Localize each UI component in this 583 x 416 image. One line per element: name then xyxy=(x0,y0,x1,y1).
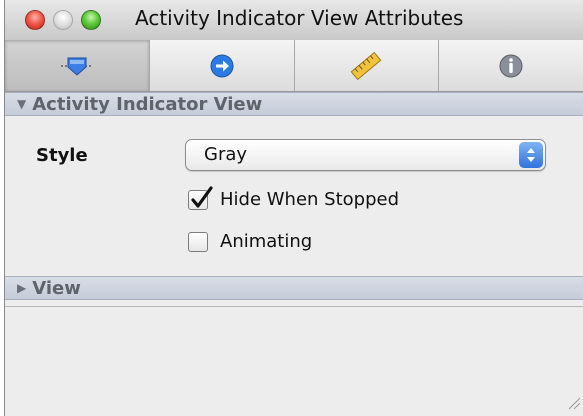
hide-when-stopped-checkbox[interactable] xyxy=(188,185,213,210)
tab-identity[interactable] xyxy=(439,40,583,91)
disclosure-triangle-right-icon[interactable]: ▶ xyxy=(17,282,26,294)
checkmark-icon xyxy=(191,185,213,208)
animating-checkbox[interactable] xyxy=(188,231,208,252)
section-activity-indicator-view[interactable]: ▼ Activity Indicator View xyxy=(5,92,583,116)
title-bar[interactable]: Activity Indicator View Attributes xyxy=(5,0,583,41)
tab-connections[interactable] xyxy=(150,40,295,91)
resize-grip-icon[interactable] xyxy=(565,394,581,414)
style-popup-value: Gray xyxy=(204,144,248,165)
section-label: Activity Indicator View xyxy=(32,93,263,115)
animating-label: Animating xyxy=(220,231,313,252)
window-title: Activity Indicator View Attributes xyxy=(135,6,464,30)
section-label: View xyxy=(32,277,81,299)
section-view[interactable]: ▶ View xyxy=(5,276,583,300)
zoom-button[interactable] xyxy=(81,10,101,30)
style-label: Style xyxy=(36,145,88,166)
hide-when-stopped-option[interactable]: Hide When Stopped xyxy=(188,185,400,210)
popup-arrows-icon xyxy=(519,142,543,168)
style-popup[interactable]: Gray xyxy=(185,139,546,171)
close-button[interactable] xyxy=(25,10,45,30)
size-ruler-icon xyxy=(349,51,383,81)
disclosure-triangle-down-icon[interactable]: ▼ xyxy=(17,98,26,110)
inspector-toolbar xyxy=(5,40,583,92)
identity-info-icon xyxy=(497,52,525,80)
inspector-window: Activity Indicator View Attributes ▼ Act… xyxy=(4,0,583,416)
animating-option[interactable]: Animating xyxy=(188,231,312,252)
attributes-slider-icon xyxy=(57,54,97,78)
divider xyxy=(5,306,583,307)
hide-when-stopped-label: Hide When Stopped xyxy=(220,189,400,210)
tab-attributes[interactable] xyxy=(5,40,150,91)
tab-size[interactable] xyxy=(295,40,440,91)
minimize-button[interactable] xyxy=(53,10,73,30)
connections-arrow-icon xyxy=(208,52,236,80)
